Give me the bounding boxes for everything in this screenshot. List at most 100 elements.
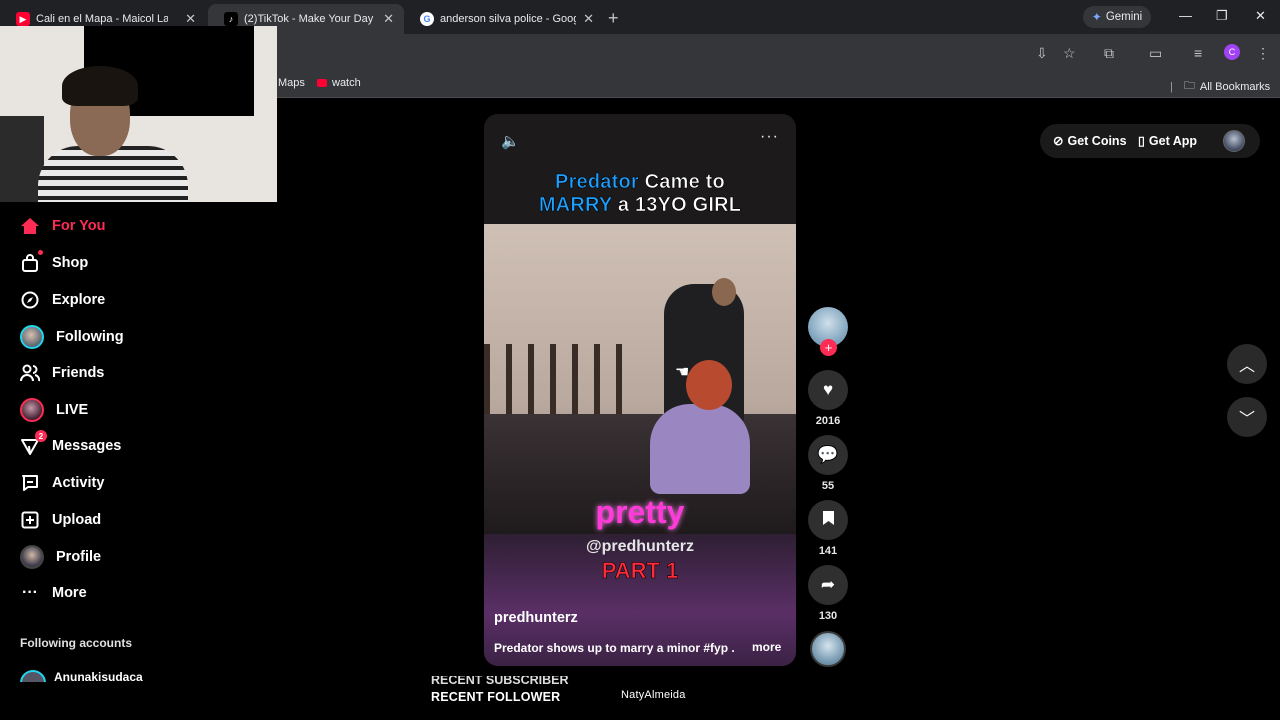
video-person-seated — [650, 404, 750, 494]
extensions-icon[interactable]: ⧉ — [1104, 45, 1114, 62]
tab-title: Cali en el Mapa - Maicol La M — [36, 13, 168, 25]
video-title-word: MARRY — [538, 194, 613, 217]
following-avatar — [20, 325, 44, 349]
video-player[interactable]: Predator Came to MARRY a 13YO GIRL prett… — [484, 114, 796, 666]
like-button[interactable]: ♥ — [808, 370, 848, 410]
sidebar-item-following[interactable]: Following — [20, 325, 124, 349]
minimize-icon[interactable]: — — [1179, 8, 1192, 23]
tab-title: (2)TikTok - Make Your Day — [244, 13, 374, 25]
video-title-word: a 13YO GIRL — [617, 194, 742, 217]
following-account-name: Anunakisudaca — [54, 670, 143, 682]
sidebar-item-shop[interactable]: Shop — [20, 250, 89, 273]
sidebar-item-more[interactable]: ··· More — [20, 583, 87, 603]
following-account-item[interactable]: Anunakisudaca — [20, 664, 276, 682]
video-description: Predator shows up to marry a minor #fyp … — [494, 641, 734, 655]
chevron-down-icon: ﹀ — [1238, 411, 1255, 428]
new-tab-icon[interactable]: + — [608, 8, 619, 29]
video-title-word: Predator — [555, 171, 639, 194]
media-controls-icon[interactable]: ≡ — [1194, 45, 1202, 61]
restore-icon[interactable]: ❐ — [1216, 8, 1228, 24]
bookmark-watch[interactable]: watch — [317, 77, 361, 89]
get-coins-label: Get Coins — [1067, 133, 1127, 148]
messages-icon: 2 — [20, 430, 47, 456]
sidebar-item-label: For You — [52, 218, 106, 234]
more-button[interactable]: more — [752, 640, 781, 654]
get-app-button[interactable]: ▯ Get App — [1138, 133, 1197, 149]
gemini-button[interactable]: ✦ Gemini — [1083, 6, 1151, 28]
profile-avatar[interactable]: C — [1224, 44, 1240, 60]
get-coins-button[interactable]: ⊘ Get Coins — [1053, 133, 1127, 149]
bookmark-icon — [822, 510, 835, 531]
youtube-icon: ▶ — [16, 12, 30, 26]
user-avatar[interactable] — [1223, 130, 1245, 152]
sidebar-item-label: Profile — [56, 549, 102, 565]
sidebar-item-label: More — [52, 585, 87, 601]
profile-avatar — [20, 545, 44, 569]
activity-icon — [20, 473, 40, 493]
next-video-button[interactable]: ﹀ — [1227, 397, 1267, 437]
close-tab-icon[interactable]: ✕ — [383, 11, 394, 27]
sidebar-item-live[interactable]: LIVE — [20, 398, 88, 422]
divider: | — [1170, 80, 1173, 93]
google-icon: G — [420, 12, 434, 26]
messages-badge: 2 — [35, 430, 47, 442]
coin-icon: ⊘ — [1053, 134, 1064, 148]
video-chairs — [484, 344, 624, 424]
youtube-icon — [317, 79, 327, 87]
sidebar-item-profile[interactable]: Profile — [20, 545, 101, 569]
volume-icon[interactable]: 🔈 — [501, 132, 520, 150]
follow-plus-icon[interactable]: + — [820, 339, 837, 356]
video-caption-part: PART 1 — [601, 558, 679, 584]
friends-icon — [20, 363, 40, 383]
save-button[interactable] — [808, 500, 848, 540]
recent-subscriber-overlay: RECENT SUBSCRIBER — [431, 676, 591, 685]
sidebar-item-for-you[interactable]: For You — [20, 216, 105, 236]
bookmark-star-icon[interactable]: ☆ — [1063, 45, 1076, 62]
video-author[interactable]: predhunterz — [494, 610, 578, 626]
avatar — [20, 545, 44, 569]
cast-icon[interactable]: ▭ — [1149, 45, 1162, 62]
sidebar-item-explore[interactable]: Explore — [20, 290, 105, 310]
compass-icon — [20, 290, 40, 310]
menu-dots-icon[interactable]: ⋮ — [1256, 45, 1270, 62]
share-button[interactable]: ➦ — [808, 565, 848, 605]
share-count: 130 — [818, 610, 838, 622]
sidebar-item-label: Messages — [52, 438, 122, 454]
close-tab-icon[interactable]: ✕ — [583, 11, 594, 27]
sidebar-item-friends[interactable]: Friends — [20, 363, 104, 383]
save-count: 141 — [818, 545, 838, 557]
video-caption-word: pretty — [595, 494, 685, 530]
sidebar-item-activity[interactable]: Activity — [20, 473, 104, 493]
music-disc-avatar[interactable] — [810, 631, 846, 667]
gemini-label: Gemini — [1105, 11, 1143, 23]
sidebar-item-upload[interactable]: Upload — [20, 510, 101, 530]
more-options-icon[interactable]: ··· — [760, 128, 779, 146]
gemini-sparkle-icon: ✦ — [1091, 10, 1102, 24]
install-app-icon[interactable]: ⇩ — [1036, 45, 1048, 62]
more-dots-icon: ··· — [22, 584, 38, 601]
live-avatar — [20, 398, 44, 422]
like-count: 2016 — [815, 415, 841, 427]
close-tab-icon[interactable]: ✕ — [185, 11, 196, 27]
folder-icon: 🗀 — [1183, 80, 1195, 92]
all-bookmarks[interactable]: | 🗀 All Bookmarks — [1170, 77, 1270, 96]
avatar — [20, 398, 44, 422]
sidebar-item-label: Shop — [52, 255, 89, 271]
close-window-icon[interactable]: ✕ — [1255, 8, 1266, 24]
browser-tab-google[interactable]: G anderson silva police - Google ✕ — [404, 4, 604, 34]
bookmark-maps[interactable]: Maps — [278, 77, 305, 89]
video-person-head — [686, 360, 732, 410]
webcam-overlay — [0, 26, 277, 202]
following-accounts-title: Following accounts — [20, 636, 133, 650]
sidebar-item-messages[interactable]: 2 Messages — [20, 430, 122, 456]
share-arrow-icon: ➦ — [820, 575, 836, 594]
home-icon — [20, 216, 40, 236]
comment-count: 55 — [821, 480, 835, 492]
video-caption-handle: @predhunterz — [585, 538, 695, 555]
video-person-head — [712, 278, 736, 306]
hand-cursor-icon: ☚ — [675, 364, 690, 381]
sidebar-item-label: Explore — [52, 292, 106, 308]
previous-video-button[interactable]: ︿ — [1227, 344, 1267, 384]
comment-button[interactable]: 💬 — [808, 435, 848, 475]
notification-dot — [38, 250, 43, 255]
